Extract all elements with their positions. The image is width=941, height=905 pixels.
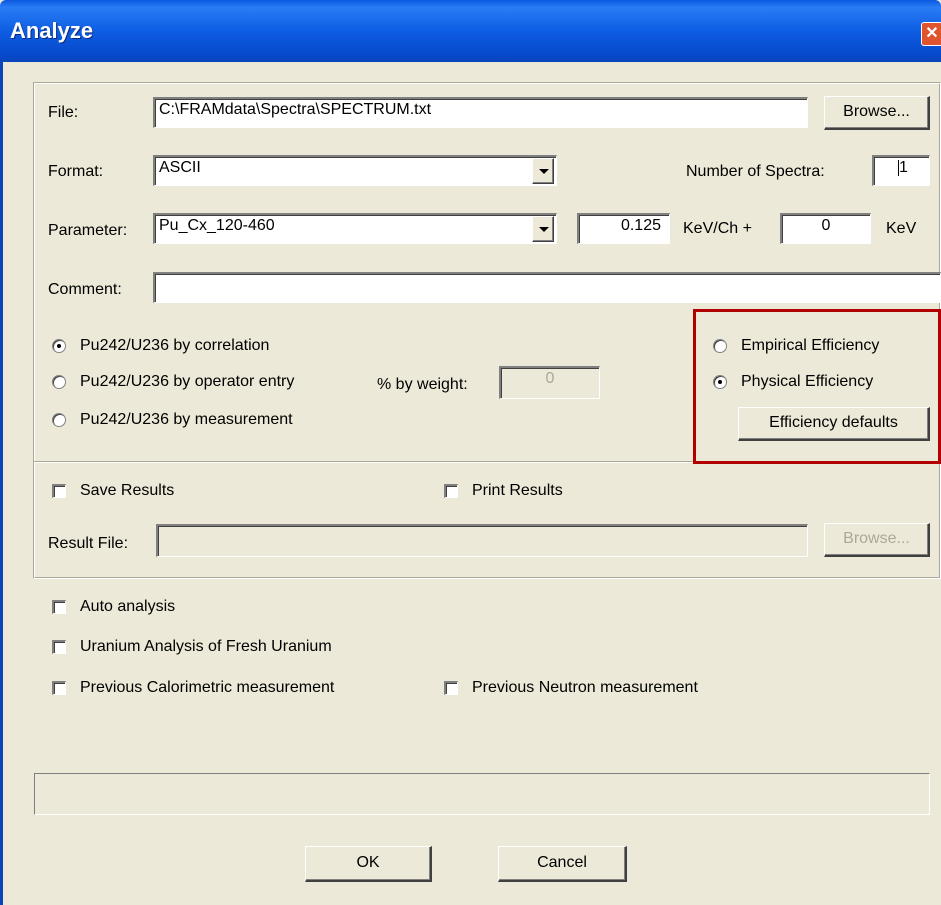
ok-button[interactable]: OK (305, 846, 432, 882)
auto-analysis-option[interactable]: Auto analysis (50, 597, 300, 619)
title-bar: Analyze ✕ (0, 0, 941, 62)
window-title: Analyze (10, 18, 94, 43)
spectra-count-input[interactable]: 1 (872, 155, 930, 186)
parameter-select-value: Pu_Cx_120-460 (159, 217, 275, 234)
pu242-option-operator[interactable]: Pu242/U236 by operator entry (50, 372, 350, 394)
empirical-efficiency-radio[interactable] (713, 339, 727, 353)
result-file-browse-button[interactable]: Browse... (824, 523, 930, 557)
file-browse-button[interactable]: Browse... (824, 96, 930, 130)
close-button[interactable]: ✕ (921, 22, 941, 46)
neutron-label: Previous Neutron measurement (472, 679, 698, 696)
format-select[interactable]: ASCII (153, 155, 557, 186)
comment-label: Comment: (48, 281, 122, 298)
uranium-analysis-checkbox[interactable] (52, 640, 66, 654)
window-frame (0, 62, 3, 905)
print-results-label: Print Results (472, 482, 563, 499)
spectra-count-label: Number of Spectra: (686, 163, 825, 180)
save-results-label: Save Results (80, 482, 175, 499)
print-results-checkbox[interactable] (444, 484, 458, 498)
auto-analysis-label: Auto analysis (80, 598, 176, 615)
pu242-operator-radio[interactable] (52, 375, 66, 389)
gain-unit-label: KeV/Ch + (683, 220, 752, 237)
close-icon: ✕ (925, 25, 939, 42)
efficiency-option-empirical[interactable]: Empirical Efficiency (711, 336, 931, 358)
pu242-operator-label: Pu242/U236 by operator entry (80, 373, 295, 390)
file-label: File: (48, 104, 79, 121)
auto-analysis-checkbox[interactable] (52, 600, 66, 614)
pu242-measurement-radio[interactable] (52, 413, 66, 427)
uranium-analysis-option[interactable]: Uranium Analysis of Fresh Uranium (50, 637, 390, 659)
gain-input[interactable]: 0.125 (577, 213, 670, 244)
pu242-measurement-label: Pu242/U236 by measurement (80, 411, 293, 428)
calorimetric-checkbox[interactable] (52, 681, 66, 695)
physical-efficiency-label: Physical Efficiency (741, 373, 874, 390)
offset-unit-label: KeV (886, 220, 917, 237)
save-results-checkbox[interactable] (52, 484, 66, 498)
neutron-checkbox[interactable] (444, 681, 458, 695)
physical-efficiency-radio[interactable] (713, 375, 727, 389)
comment-input[interactable] (153, 272, 941, 303)
print-results-option[interactable]: Print Results (442, 481, 642, 503)
weight-percent-input[interactable]: 0 (499, 366, 600, 399)
efficiency-option-physical[interactable]: Physical Efficiency (711, 372, 931, 394)
format-dropdown-icon[interactable] (532, 158, 554, 184)
parameter-select[interactable]: Pu_Cx_120-460 (153, 213, 557, 244)
format-label: Format: (48, 163, 104, 180)
empirical-efficiency-label: Empirical Efficiency (741, 337, 880, 354)
calorimetric-label: Previous Calorimetric measurement (80, 679, 335, 696)
spectra-count-value: 1 (899, 159, 908, 176)
cancel-button[interactable]: Cancel (498, 846, 627, 882)
pu242-correlation-label: Pu242/U236 by correlation (80, 337, 270, 354)
offset-input[interactable]: 0 (780, 213, 871, 244)
weight-percent-label: % by weight: (377, 376, 468, 393)
pu242-option-measurement[interactable]: Pu242/U236 by measurement (50, 410, 350, 432)
calorimetric-option[interactable]: Previous Calorimetric measurement (50, 678, 390, 700)
file-path-input[interactable]: C:\FRAMdata\Spectra\SPECTRUM.txt (153, 97, 808, 128)
pu242-correlation-radio[interactable] (52, 339, 66, 353)
format-select-value: ASCII (159, 159, 201, 176)
neutron-option[interactable]: Previous Neutron measurement (442, 678, 762, 700)
result-file-input[interactable] (156, 524, 808, 557)
parameter-label: Parameter: (48, 222, 128, 239)
parameter-dropdown-icon[interactable] (532, 216, 554, 242)
status-bar (34, 773, 930, 815)
uranium-analysis-label: Uranium Analysis of Fresh Uranium (80, 638, 332, 655)
result-file-label: Result File: (48, 535, 129, 552)
save-results-option[interactable]: Save Results (50, 481, 250, 503)
efficiency-defaults-button[interactable]: Efficiency defaults (738, 407, 930, 441)
pu242-option-correlation[interactable]: Pu242/U236 by correlation (50, 336, 350, 358)
